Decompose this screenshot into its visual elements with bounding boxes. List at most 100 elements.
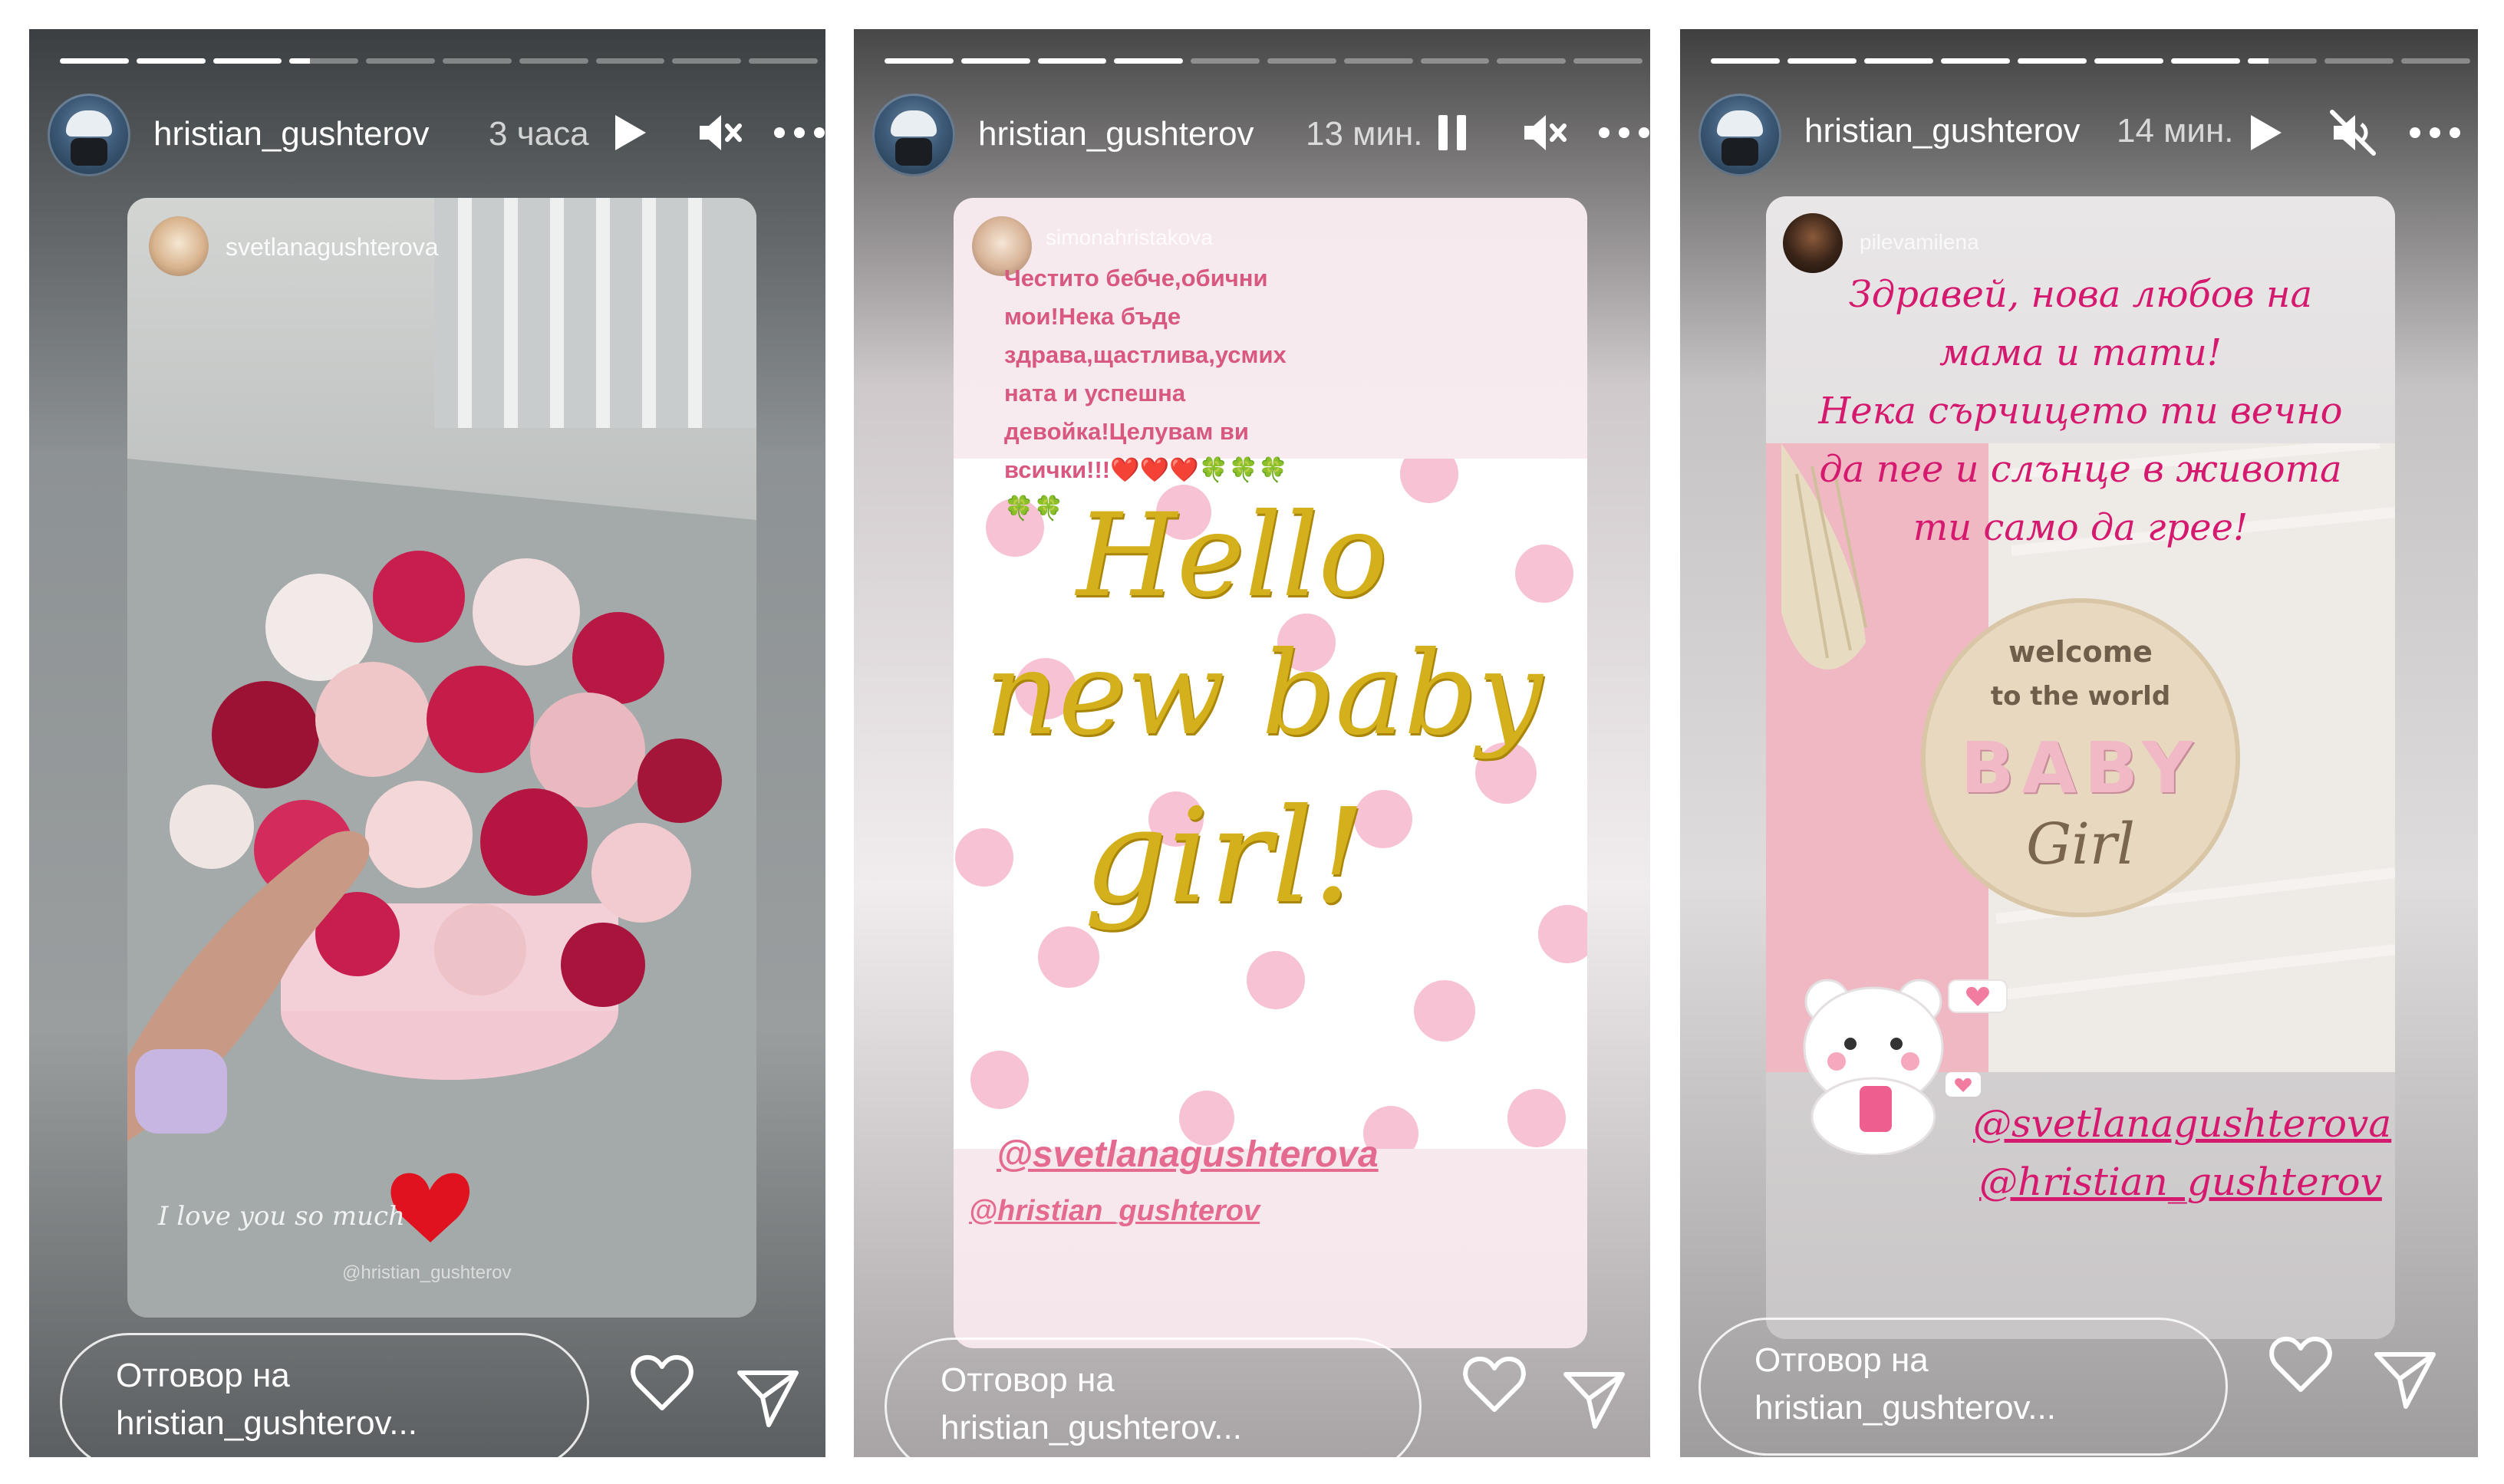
pause-icon[interactable] bbox=[1426, 106, 1480, 160]
mention-tag-2[interactable]: @hristian_gushterov bbox=[969, 1195, 1260, 1228]
progress-segment bbox=[749, 58, 818, 64]
reply-placeholder-line1: Отговор на bbox=[941, 1361, 1115, 1399]
mention-tag-1[interactable]: @svetlanagushterova bbox=[1973, 1101, 2391, 1146]
shared-story-card[interactable]: simonahristakova Hello new baby girl! Че… bbox=[954, 198, 1587, 1348]
message-text: Здравей, нова любов на мама и тати! Нека… bbox=[1766, 265, 2395, 557]
progress-segment bbox=[1787, 58, 1857, 64]
like-heart-icon[interactable] bbox=[2266, 1330, 2335, 1399]
progress-segment bbox=[885, 58, 954, 64]
play-icon[interactable] bbox=[601, 106, 655, 160]
story-header: hristian_gushterov 3 часа bbox=[48, 94, 825, 178]
progress-segment bbox=[289, 58, 359, 64]
play-icon[interactable] bbox=[2237, 106, 2291, 160]
username[interactable]: hristian_gushterov bbox=[153, 115, 430, 153]
plaque-welcome: welcome bbox=[2008, 635, 2153, 669]
reply-placeholder-line1: Отговор на bbox=[1754, 1341, 1929, 1379]
more-options-icon[interactable] bbox=[769, 106, 825, 160]
progress-segment bbox=[960, 58, 1030, 64]
mention-avatar bbox=[1783, 213, 1843, 273]
story-panel-3[interactable]: hristian_gushterov 14 мин. pilevamilena bbox=[1680, 29, 2478, 1457]
progress-segment bbox=[213, 58, 282, 64]
mention-tag-1[interactable]: @svetlanagushterova bbox=[997, 1134, 1379, 1176]
message-line: Нека сърчицето ти вечно bbox=[1818, 390, 2343, 433]
message-line: Здравей, нова любов на bbox=[1848, 273, 2313, 316]
message-line: ти само да грее! bbox=[1913, 506, 2249, 549]
mention-avatar bbox=[149, 216, 209, 276]
like-heart-icon[interactable] bbox=[1460, 1350, 1529, 1419]
caption-text: I love you so much bbox=[158, 1201, 405, 1232]
progress-segment bbox=[1864, 58, 1933, 64]
progress-segment bbox=[1497, 58, 1567, 64]
progress-segment bbox=[1343, 58, 1413, 64]
art-line-3: girl! bbox=[1084, 781, 1366, 933]
more-options-icon[interactable] bbox=[1593, 106, 1650, 160]
post-time: 3 часа bbox=[489, 115, 589, 153]
progress-segment bbox=[595, 58, 665, 64]
message-line: девойка!Целувам ви bbox=[1004, 418, 1249, 445]
shared-story-card[interactable]: svetlanagushterova I love you so much @h… bbox=[127, 198, 756, 1318]
plaque-to-the-world: to the world bbox=[1990, 681, 2171, 712]
progress-segment bbox=[60, 58, 129, 64]
plaque-girl: Girl bbox=[2026, 811, 2135, 877]
art-line-2: new baby bbox=[984, 627, 1543, 761]
message-line: Честито бебче,обични bbox=[1004, 265, 1268, 291]
like-heart-icon[interactable] bbox=[628, 1348, 697, 1417]
progress-segment bbox=[442, 58, 512, 64]
progress-segment bbox=[1711, 58, 1780, 64]
reply-placeholder-line2: hristian_gushterov... bbox=[1754, 1389, 2056, 1426]
bear-sticker bbox=[1797, 971, 1950, 1157]
send-icon[interactable] bbox=[1560, 1365, 1629, 1434]
progress-segment bbox=[1191, 58, 1260, 64]
story-panel-1[interactable]: hristian_gushterov 3 часа svetlanagushte… bbox=[29, 29, 825, 1457]
progress-segment bbox=[1420, 58, 1490, 64]
progress-segment bbox=[1573, 58, 1642, 64]
story-header: hristian_gushterov 13 мин. bbox=[872, 94, 1649, 178]
story-progress-bar bbox=[1711, 58, 2470, 64]
caption-mention-tag: @hristian_gushterov bbox=[342, 1262, 512, 1283]
message-line: мои!Нека бъде bbox=[1004, 303, 1181, 330]
progress-segment bbox=[1037, 58, 1107, 64]
message-line: ната и успешна bbox=[1004, 380, 1186, 406]
story-progress-bar bbox=[885, 58, 1642, 64]
profile-avatar[interactable] bbox=[872, 94, 955, 176]
mention-username: svetlanagushterova bbox=[226, 233, 439, 261]
progress-segment bbox=[366, 58, 435, 64]
reply-placeholder-line2: hristian_gushterov... bbox=[116, 1404, 417, 1442]
reply-input[interactable]: Отговор на hristian_gushterov... bbox=[885, 1338, 1422, 1457]
progress-segment bbox=[2171, 58, 2240, 64]
story-header: hristian_gushterov 14 мин. bbox=[1698, 94, 2466, 178]
shared-story-card[interactable]: pilevamilena welcome to the world BABY G… bbox=[1766, 196, 2395, 1339]
mute-icon[interactable] bbox=[1517, 106, 1570, 160]
progress-segment bbox=[2401, 58, 2470, 64]
mute-icon[interactable] bbox=[692, 106, 746, 160]
progress-segment bbox=[2018, 58, 2087, 64]
progress-segment bbox=[672, 58, 742, 64]
post-time: 13 мин. bbox=[1306, 115, 1423, 153]
message-line: 🍀🍀 bbox=[1004, 495, 1064, 522]
profile-avatar[interactable] bbox=[1698, 94, 1781, 176]
username[interactable]: hristian_gushterov bbox=[978, 115, 1254, 153]
progress-segment bbox=[2248, 58, 2317, 64]
flowers-photo bbox=[127, 198, 756, 1318]
sound-off-icon[interactable] bbox=[2326, 106, 2380, 160]
profile-avatar[interactable] bbox=[48, 94, 130, 176]
send-icon[interactable] bbox=[2371, 1345, 2440, 1414]
progress-segment bbox=[2324, 58, 2394, 64]
reply-placeholder-line2: hristian_gushterov... bbox=[941, 1409, 1242, 1446]
heart-bubble-icon bbox=[1947, 979, 2008, 1020]
mention-tag-2[interactable]: @hristian_gushterov bbox=[1979, 1160, 2382, 1204]
mention-username: pilevamilena bbox=[1860, 230, 1979, 254]
reply-placeholder-line1: Отговор на bbox=[116, 1357, 290, 1394]
hello-baby-girl-art: Hello new baby girl! bbox=[954, 445, 1587, 1161]
heart-bubble-small-icon bbox=[1944, 1071, 1982, 1101]
story-panel-2[interactable]: hristian_gushterov 13 мин. simonahristak… bbox=[854, 29, 1650, 1457]
plaque-baby: BABY bbox=[1960, 727, 2201, 809]
message-line: мама и тати! bbox=[1939, 331, 2222, 374]
mention-username: simonahristakova bbox=[1046, 225, 1213, 249]
more-options-icon[interactable] bbox=[2404, 106, 2466, 160]
send-icon[interactable] bbox=[733, 1364, 802, 1433]
message-line: всички!!!❤️❤️❤️🍀🍀🍀 bbox=[1004, 456, 1288, 483]
username[interactable]: hristian_gushterov bbox=[1804, 112, 2081, 150]
reply-input[interactable]: Отговор на hristian_gushterov... bbox=[60, 1333, 589, 1457]
reply-input[interactable]: Отговор на hristian_gushterov... bbox=[1698, 1318, 2228, 1456]
